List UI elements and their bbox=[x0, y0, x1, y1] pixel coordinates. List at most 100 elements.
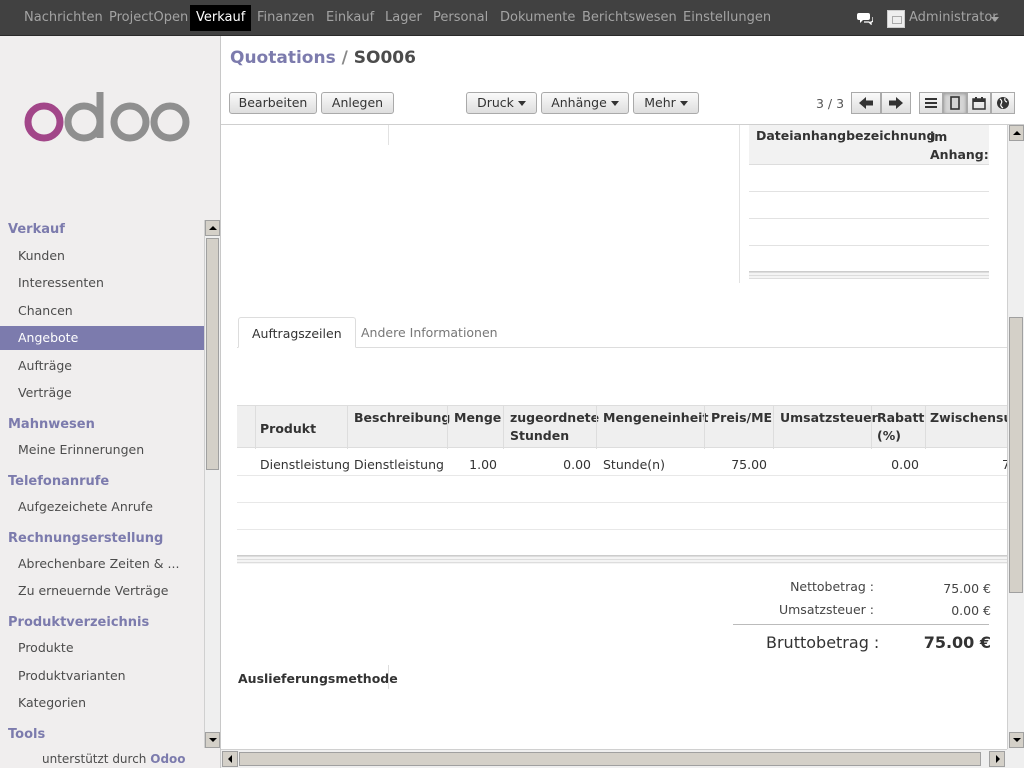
powered-by-brand[interactable]: Odoo bbox=[150, 752, 185, 766]
calendar-icon bbox=[972, 97, 986, 110]
more-dropdown[interactable]: Mehr bbox=[633, 92, 699, 114]
menu-projectopen[interactable]: ProjectOpen bbox=[105, 5, 192, 31]
menu-dokumente[interactable]: Dokumente bbox=[496, 5, 579, 31]
column-description[interactable]: Beschreibung bbox=[354, 409, 450, 427]
sidebar-item-zu-erneuernde-vertraege[interactable]: Zu erneuernde Verträge bbox=[0, 579, 204, 603]
sidebar-item-angebote[interactable]: Angebote bbox=[0, 326, 204, 350]
column-separator bbox=[347, 406, 348, 449]
column-subtotal[interactable]: Zwischensur bbox=[930, 409, 1007, 427]
horizontal-scroll-thumb[interactable] bbox=[239, 752, 981, 766]
column-separator bbox=[871, 406, 872, 449]
column-tax[interactable]: Umsatzsteuer bbox=[780, 409, 878, 427]
user-menu[interactable]: Administrator bbox=[909, 5, 998, 31]
content-vertical-scrollbar[interactable] bbox=[1007, 125, 1024, 749]
cell-quantity[interactable]: 1.00 bbox=[451, 457, 497, 472]
user-avatar[interactable] bbox=[887, 10, 905, 28]
order-lines-footer bbox=[237, 555, 1007, 564]
sidebar-item-auftraege[interactable]: Aufträge bbox=[0, 354, 204, 378]
map-view-button[interactable] bbox=[991, 92, 1015, 114]
tab-order-lines[interactable]: Auftragszeilen bbox=[238, 317, 356, 348]
content-scroll-thumb[interactable] bbox=[1009, 317, 1023, 593]
sidebar-menu: Verkauf Kunden Interessenten Chancen Ang… bbox=[0, 216, 204, 748]
tax-amount-value: 0.00 € bbox=[951, 603, 991, 618]
section-rechnungserstellung[interactable]: Rechnungserstellung bbox=[8, 531, 163, 546]
column-discount-line1: Rabatt bbox=[877, 410, 925, 425]
create-button[interactable]: Anlegen bbox=[321, 92, 394, 114]
sidebar-item-produkte[interactable]: Produkte bbox=[0, 636, 204, 660]
pager-next-button[interactable] bbox=[881, 92, 911, 114]
form-icon bbox=[950, 96, 960, 110]
sidebar-item-kunden[interactable]: Kunden bbox=[0, 244, 204, 268]
sidebar-item-meine-erinnerungen[interactable]: Meine Erinnerungen bbox=[0, 438, 204, 462]
scrollbar-corner bbox=[1007, 749, 1024, 768]
breadcrumb-quotations[interactable]: Quotations bbox=[230, 48, 336, 68]
edit-button-label: Bearbeiten bbox=[238, 95, 308, 110]
sidebar-item-chancen[interactable]: Chancen bbox=[0, 299, 204, 323]
attachments-table-header: Dateianhangbezeichnung im Anhang: bbox=[749, 125, 989, 165]
section-tools[interactable]: Tools bbox=[8, 727, 45, 742]
cell-unit[interactable]: Stunde(n) bbox=[603, 457, 665, 472]
column-unit-price[interactable]: Preis/ME bbox=[711, 409, 772, 427]
scroll-up-arrow-icon[interactable] bbox=[205, 220, 220, 236]
print-dropdown-label: Druck bbox=[477, 95, 514, 110]
sidebar-item-produktvarianten[interactable]: Produktvarianten bbox=[0, 664, 204, 688]
attachment-name-column[interactable]: Dateianhangbezeichnung bbox=[756, 128, 935, 143]
sidebar-item-interessenten[interactable]: Interessenten bbox=[0, 271, 204, 295]
sidebar-item-abrechenbare-zeiten[interactable]: Abrechenbare Zeiten & ... bbox=[0, 552, 204, 576]
cell-unit-price[interactable]: 75.00 bbox=[713, 457, 767, 472]
attachment-in-column[interactable]: im Anhang: bbox=[930, 128, 989, 164]
scroll-right-arrow-icon[interactable] bbox=[989, 751, 1005, 767]
tax-amount-label: Umsatzsteuer : bbox=[778, 602, 874, 617]
breadcrumb: Quotations / SO006 bbox=[230, 48, 416, 68]
cell-product[interactable]: Dienstleistung bbox=[260, 457, 350, 472]
sidebar-item-aufgezeichete-anrufe[interactable]: Aufgezeichete Anrufe bbox=[0, 495, 204, 519]
column-discount[interactable]: Rabatt (%) bbox=[877, 409, 924, 445]
arrow-left-icon bbox=[859, 97, 873, 109]
column-hours[interactable]: zugeordnete Stunden bbox=[510, 409, 599, 445]
section-mahnwesen[interactable]: Mahnwesen bbox=[8, 417, 95, 432]
column-separator bbox=[503, 406, 504, 449]
sidebar-scroll-thumb[interactable] bbox=[206, 238, 219, 470]
scroll-left-arrow-icon[interactable] bbox=[222, 751, 238, 767]
chat-icon[interactable] bbox=[857, 11, 873, 25]
menu-personal[interactable]: Personal bbox=[429, 5, 492, 31]
sidebar-item-kategorien[interactable]: Kategorien bbox=[0, 691, 204, 715]
form-view-button[interactable] bbox=[943, 92, 967, 114]
content-horizontal-scrollbar[interactable] bbox=[221, 749, 1007, 768]
menu-einkauf[interactable]: Einkauf bbox=[322, 5, 378, 31]
edit-button[interactable]: Bearbeiten bbox=[229, 92, 317, 114]
list-view-button[interactable] bbox=[919, 92, 943, 114]
attachments-dropdown[interactable]: Anhänge bbox=[541, 92, 629, 114]
print-dropdown[interactable]: Druck bbox=[466, 92, 537, 114]
sidebar-item-vertraege[interactable]: Verträge bbox=[0, 381, 204, 405]
column-hours-line2: Stunden bbox=[510, 428, 570, 443]
menu-berichtswesen[interactable]: Berichtswesen bbox=[578, 5, 681, 31]
column-product[interactable]: Produkt bbox=[260, 420, 316, 438]
cell-description[interactable]: Dienstleistung bbox=[354, 457, 444, 472]
table-row-divider bbox=[237, 529, 1007, 530]
menu-einstellungen[interactable]: Einstellungen bbox=[679, 5, 775, 31]
column-unit[interactable]: Mengeneinheit bbox=[603, 409, 708, 427]
menu-lager[interactable]: Lager bbox=[381, 5, 426, 31]
attachment-row bbox=[749, 245, 989, 246]
menu-finanzen[interactable]: Finanzen bbox=[253, 5, 319, 31]
cell-discount[interactable]: 0.00 bbox=[873, 457, 919, 472]
menu-verkauf[interactable]: Verkauf bbox=[190, 5, 252, 31]
caret-down-icon bbox=[610, 101, 619, 106]
column-quantity[interactable]: Menge bbox=[454, 409, 501, 427]
section-telefonanrufe[interactable]: Telefonanrufe bbox=[8, 474, 109, 489]
chevron-down-icon[interactable] bbox=[991, 17, 999, 22]
section-produktverzeichnis[interactable]: Produktverzeichnis bbox=[8, 615, 149, 630]
net-amount-label: Nettobetrag : bbox=[790, 579, 874, 594]
scroll-up-arrow-icon[interactable] bbox=[1009, 125, 1024, 141]
pager-previous-button[interactable] bbox=[851, 92, 881, 114]
calendar-view-button[interactable] bbox=[967, 92, 991, 114]
scroll-down-arrow-icon[interactable] bbox=[205, 732, 220, 748]
tab-other-information[interactable]: Andere Informationen bbox=[348, 317, 511, 348]
scroll-down-arrow-icon[interactable] bbox=[1009, 732, 1024, 748]
sidebar-scrollbar[interactable] bbox=[204, 220, 220, 748]
menu-nachrichten[interactable]: Nachrichten bbox=[20, 5, 107, 31]
cell-hours[interactable]: 0.00 bbox=[537, 457, 591, 472]
section-verkauf[interactable]: Verkauf bbox=[8, 222, 65, 237]
pager-counter: 3 / 3 bbox=[816, 96, 845, 111]
